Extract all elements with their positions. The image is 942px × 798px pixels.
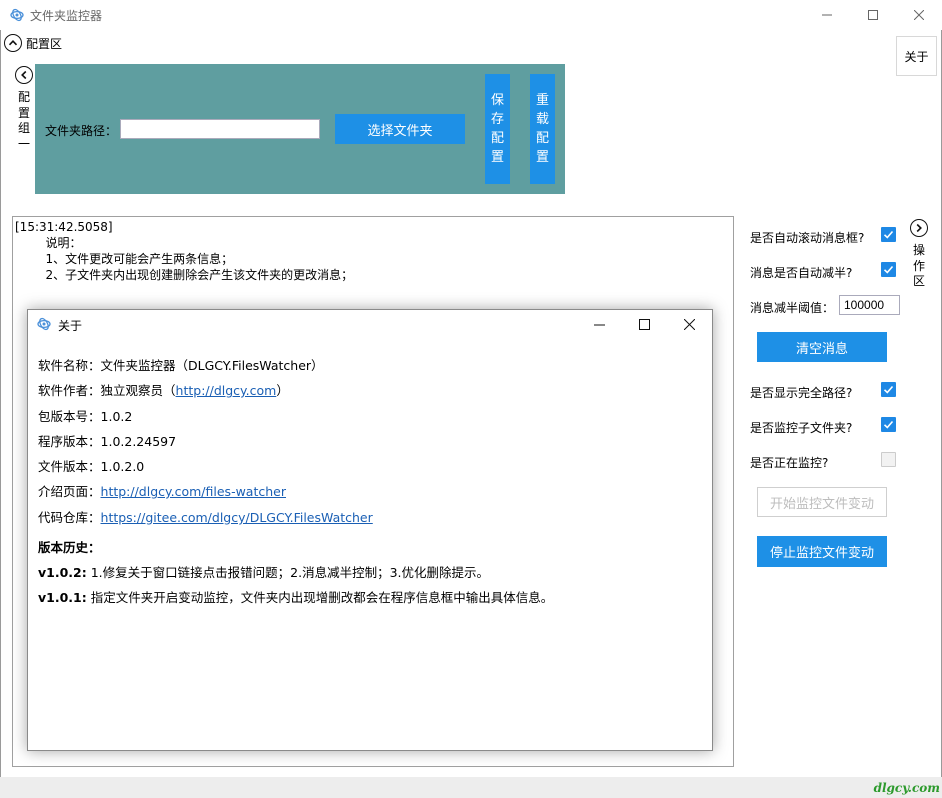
operation-area-label: 操作区 (912, 243, 925, 288)
package-version-row: 包版本号：1.0.2 (38, 406, 132, 425)
repo-link[interactable]: https://gitee.com/dlgcy/DLGCY.FilesWatch… (101, 510, 373, 525)
status-bar (0, 777, 942, 798)
software-name-value: 文件夹监控器（DLGCY.FilesWatcher） (100, 358, 324, 373)
watermark: dlgcy.com (873, 781, 940, 795)
close-icon (914, 10, 924, 20)
log-line: 1、文件更改可能会产生两条信息； (15, 252, 234, 266)
dialog-title: 关于 (58, 319, 83, 333)
package-version-value: 1.0.2 (100, 409, 133, 424)
dialog-app-icon (37, 317, 51, 331)
is-monitoring-label: 是否正在监控? (750, 456, 829, 470)
check-icon (883, 420, 894, 429)
maximize-icon (638, 318, 650, 330)
check-icon (883, 385, 894, 394)
history-version: v1.0.1: (38, 590, 87, 605)
program-version-value: 1.0.2.24597 (100, 434, 177, 449)
close-button[interactable] (896, 0, 942, 30)
config-group-label: 配置组一 (17, 90, 30, 151)
auto-halve-checkbox[interactable] (881, 262, 896, 277)
file-version-label: 文件版本： (38, 459, 101, 474)
minimize-icon (593, 324, 605, 325)
program-version-label: 程序版本： (38, 434, 101, 449)
check-icon (883, 265, 894, 274)
history-item: v1.0.1: 指定文件夹开启变动监控，文件夹内出现增删改都会在程序信息框中输出… (38, 587, 553, 606)
config-group-toggle[interactable] (15, 66, 33, 84)
author-close-paren: ） (276, 383, 289, 398)
log-line: [15:31:42.5058] (15, 220, 113, 234)
maximize-button[interactable] (850, 0, 896, 30)
app-icon (10, 8, 24, 22)
auto-halve-label: 消息是否自动减半? (750, 266, 853, 280)
minimize-button[interactable] (804, 0, 850, 30)
monitor-subfolders-checkbox[interactable] (881, 417, 896, 432)
software-name-label: 软件名称： (38, 358, 101, 373)
dialog-close-button[interactable] (666, 310, 712, 338)
dialog-maximize-button[interactable] (621, 310, 667, 338)
software-name-row: 软件名称：文件夹监控器（DLGCY.FilesWatcher） (38, 355, 324, 374)
save-config-button[interactable]: 保存配置 (485, 74, 510, 184)
log-line: 说明： (15, 236, 82, 250)
dialog-minimize-button[interactable] (576, 310, 622, 338)
config-panel: 文件夹路径： 选择文件夹 保存配置 重载配置 (35, 64, 565, 194)
is-monitoring-checkbox (881, 452, 896, 467)
file-version-row: 文件版本：1.0.2.0 (38, 456, 144, 475)
title-bar[interactable]: 文件夹监控器 (0, 0, 942, 30)
history-note: 指定文件夹开启变动监控，文件夹内出现增删改都会在程序信息框中输出具体信息。 (86, 590, 554, 605)
version-history-heading: 版本历史： (38, 540, 101, 555)
history-note: 1.修复关于窗口链接点击报错问题；2.消息减半控制；3.优化删除提示。 (86, 565, 490, 580)
log-line: 2、子文件夹内出现创建删除会产生该文件夹的更改消息； (15, 268, 354, 282)
repo-label: 代码仓库： (38, 510, 101, 525)
intro-page-link[interactable]: http://dlgcy.com/files-watcher (101, 484, 286, 499)
program-version-row: 程序版本：1.0.2.24597 (38, 431, 176, 450)
history-version: v1.0.2: (38, 565, 87, 580)
select-folder-button[interactable]: 选择文件夹 (335, 114, 465, 144)
close-icon (683, 318, 695, 330)
history-item: v1.0.2: 1.修复关于窗口链接点击报错问题；2.消息减半控制；3.优化删除… (38, 562, 489, 581)
halve-threshold-label: 消息减半阈值： (750, 301, 835, 315)
auto-scroll-label: 是否自动滚动消息框? (750, 231, 865, 245)
folder-path-input[interactable] (120, 119, 320, 139)
folder-path-label: 文件夹路径： (45, 124, 118, 138)
show-full-path-label: 是否显示完全路径? (750, 386, 853, 400)
operation-area-toggle[interactable] (910, 219, 928, 237)
config-area-toggle[interactable] (4, 34, 22, 52)
author-row: 软件作者：独立观察员（http://dlgcy.com） (38, 380, 289, 399)
clear-messages-button[interactable]: 清空消息 (757, 332, 887, 362)
about-dialog: 关于 软件名称：文件夹监控器（DLGCY.FilesWatcher） 软件作者：… (27, 309, 713, 751)
author-link[interactable]: http://dlgcy.com (176, 383, 277, 398)
stop-monitoring-button[interactable]: 停止监控文件变动 (757, 536, 887, 567)
package-version-label: 包版本号： (38, 409, 101, 424)
minimize-icon (822, 14, 832, 16)
halve-threshold-input[interactable] (839, 295, 900, 315)
author-label: 软件作者： (38, 383, 101, 398)
check-icon (883, 230, 894, 239)
chevron-left-icon (21, 70, 27, 80)
config-area-label: 配置区 (26, 37, 63, 51)
window-title: 文件夹监控器 (30, 9, 103, 23)
chevron-up-icon (8, 40, 18, 46)
reload-config-button[interactable]: 重载配置 (530, 74, 555, 184)
start-monitoring-button: 开始监控文件变动 (757, 487, 887, 517)
intro-page-label: 介绍页面： (38, 484, 101, 499)
repo-row: 代码仓库：https://gitee.com/dlgcy/DLGCY.Files… (38, 507, 373, 526)
show-full-path-checkbox[interactable] (881, 382, 896, 397)
maximize-icon (868, 10, 878, 20)
about-button[interactable]: 关于 (896, 36, 937, 76)
chevron-right-icon (916, 223, 922, 233)
auto-scroll-checkbox[interactable] (881, 227, 896, 242)
intro-page-row: 介绍页面：http://dlgcy.com/files-watcher (38, 481, 286, 500)
file-version-value: 1.0.2.0 (100, 459, 145, 474)
monitor-subfolders-label: 是否监控子文件夹? (750, 421, 853, 435)
author-value: 独立观察员（ (100, 383, 176, 398)
